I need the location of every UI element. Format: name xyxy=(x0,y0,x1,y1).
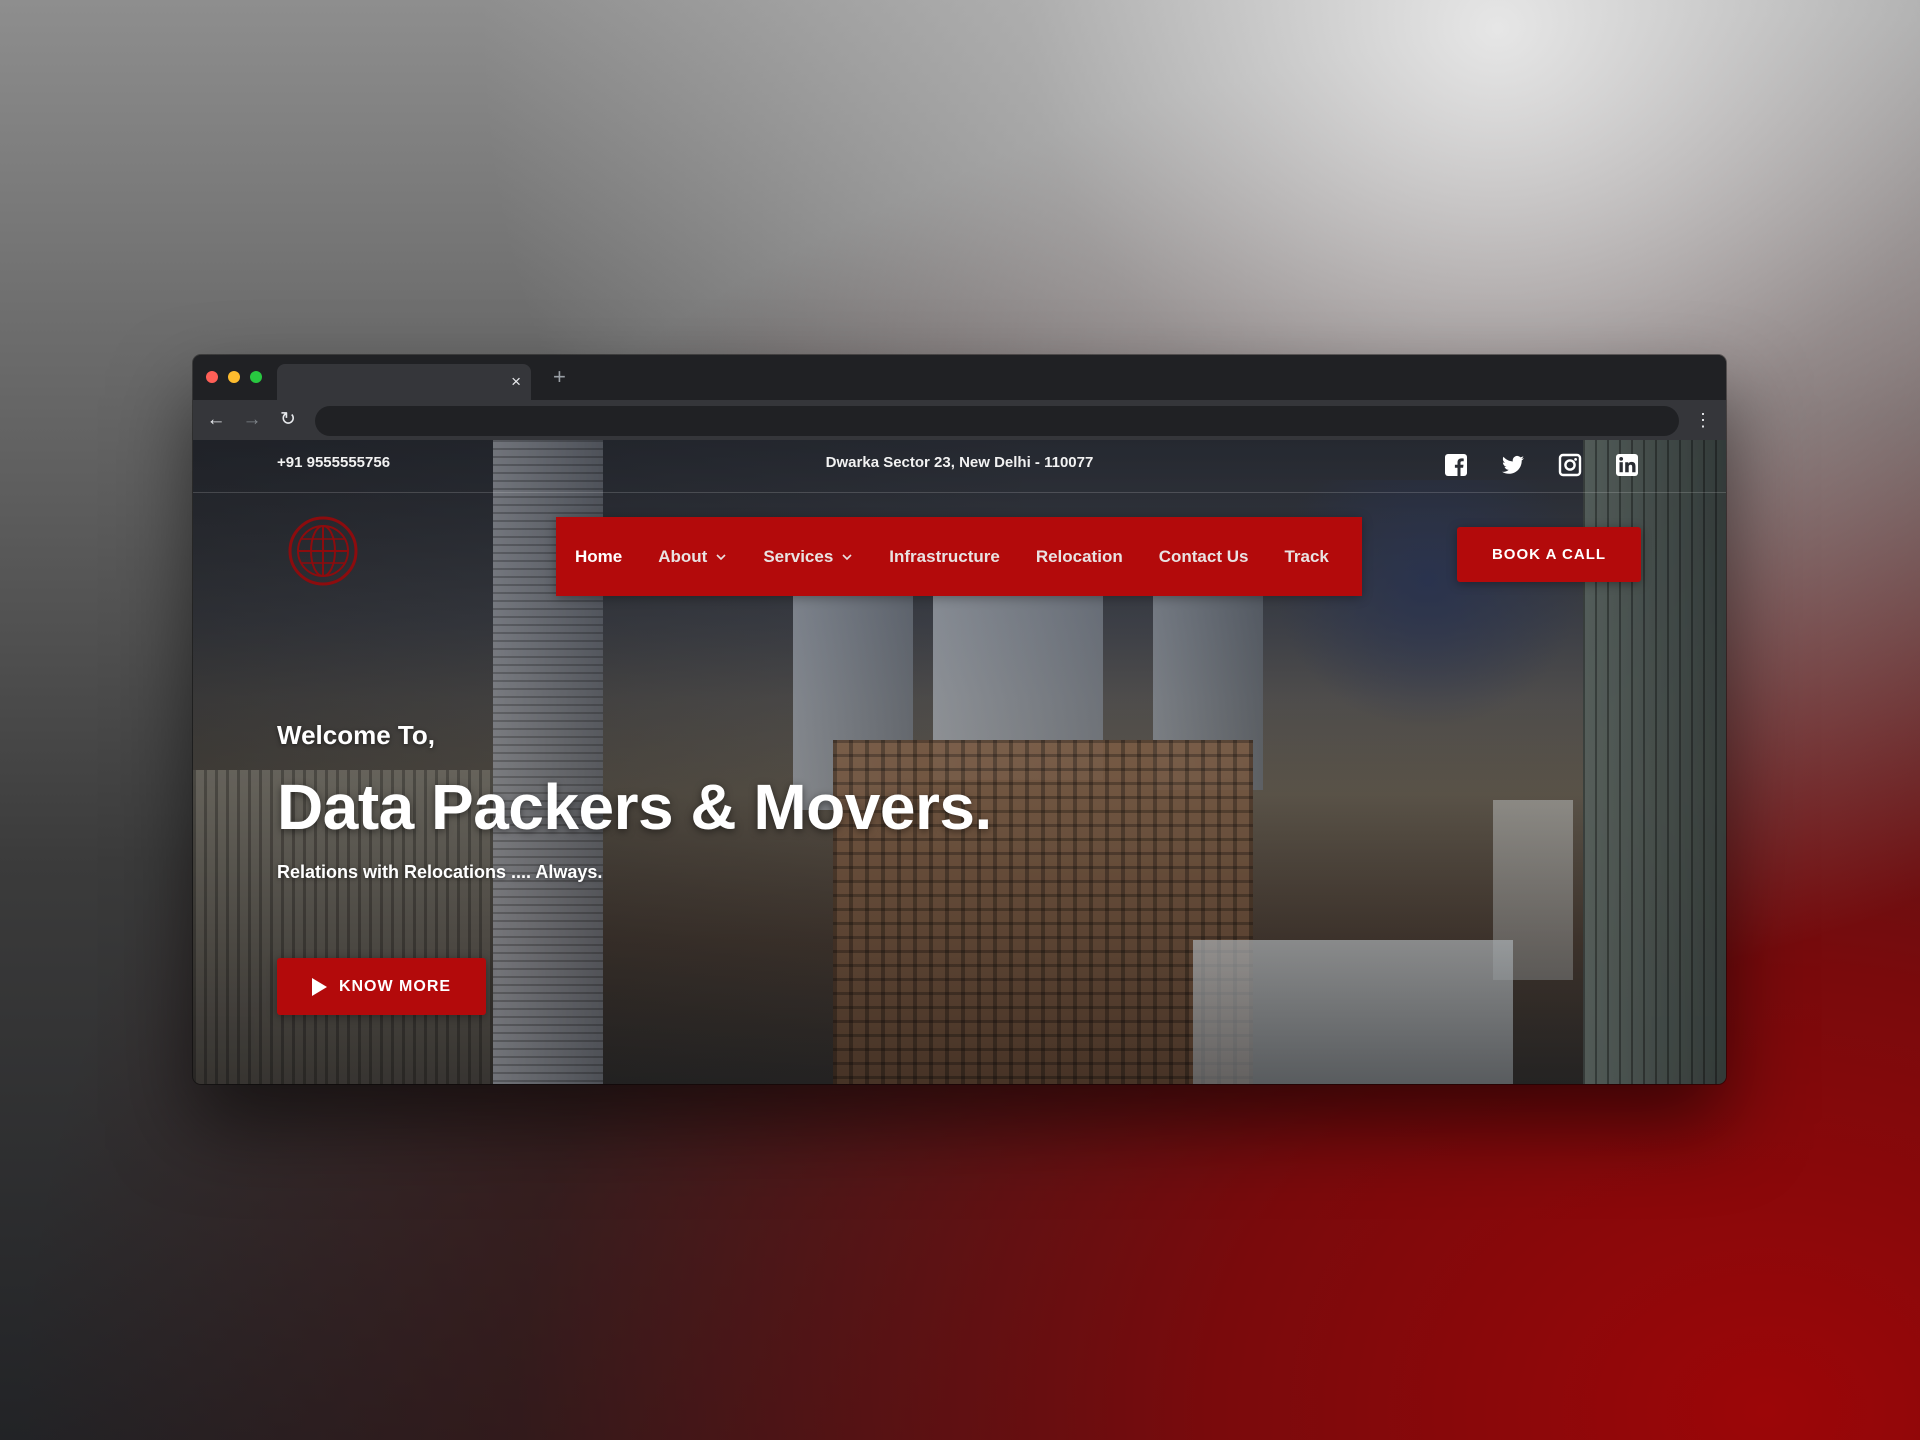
nav-item-label: Infrastructure xyxy=(889,546,1000,566)
minimize-window-button[interactable] xyxy=(228,371,240,383)
back-arrow-icon[interactable]: ← xyxy=(204,408,228,432)
nav-item-label: Relocation xyxy=(1035,546,1123,566)
book-a-call-button[interactable]: BOOK A CALL xyxy=(1457,527,1641,582)
nav-item-label: Services xyxy=(763,546,834,566)
webpage: +91 9555555756 Dwarka Sector 23, New Del… xyxy=(193,440,1726,1084)
linkedin-icon[interactable] xyxy=(1614,452,1640,478)
hero-tagline: Relations with Relocations .... Always. xyxy=(277,862,603,882)
instagram-icon[interactable] xyxy=(1557,452,1583,478)
top-info-bar: +91 9555555756 Dwarka Sector 23, New Del… xyxy=(193,440,1726,493)
nav-item-track[interactable]: Track xyxy=(1266,547,1346,567)
nav-item-label: Track xyxy=(1284,546,1329,566)
new-tab-icon[interactable]: + xyxy=(553,366,566,388)
nav-item-contact-us[interactable]: Contact Us xyxy=(1141,547,1267,567)
nav-item-label: Home xyxy=(575,546,623,566)
know-more-label: KNOW MORE xyxy=(338,977,452,995)
chevron-down-icon xyxy=(716,553,726,560)
nav-item-relocation[interactable]: Relocation xyxy=(1018,547,1141,567)
hero-headline: Data Packers & Movers. xyxy=(277,771,992,843)
nav-item-label: Contact Us xyxy=(1158,546,1249,566)
company-logo[interactable] xyxy=(287,515,359,587)
tab-strip: × + xyxy=(193,355,1726,400)
nav-item-infrastructure[interactable]: Infrastructure xyxy=(871,547,1018,567)
nav-item-home[interactable]: Home xyxy=(556,547,640,567)
chevron-down-icon xyxy=(842,553,852,560)
play-icon xyxy=(311,977,327,996)
facebook-icon[interactable] xyxy=(1443,452,1469,478)
browser-tab[interactable]: × xyxy=(277,364,531,400)
reload-icon[interactable]: ↻ xyxy=(276,408,300,432)
background-building xyxy=(1193,940,1513,1084)
maximize-window-button[interactable] xyxy=(250,371,262,383)
browser-window: × + ← → ↻ ⋮ +91 9555555756 Dwarka Sector… xyxy=(193,355,1726,1084)
close-window-button[interactable] xyxy=(206,371,218,383)
main-navigation: Home About Services Infrastructure Reloc… xyxy=(556,517,1362,596)
nav-item-label: About xyxy=(658,546,708,566)
forward-arrow-icon[interactable]: → xyxy=(240,408,264,432)
tab-close-icon[interactable]: × xyxy=(511,372,521,392)
office-address: Dwarka Sector 23, New Delhi - 110077 xyxy=(825,454,1094,471)
nav-item-about[interactable]: About xyxy=(640,547,745,567)
browser-menu-icon[interactable]: ⋮ xyxy=(1694,408,1712,432)
hero-welcome: Welcome To, xyxy=(277,720,435,750)
nav-item-services[interactable]: Services xyxy=(745,547,871,567)
address-bar[interactable] xyxy=(315,406,1679,436)
twitter-icon[interactable] xyxy=(1500,452,1526,478)
browser-toolbar: ← → ↻ ⋮ xyxy=(193,400,1726,440)
know-more-button[interactable]: KNOW MORE xyxy=(277,958,486,1015)
